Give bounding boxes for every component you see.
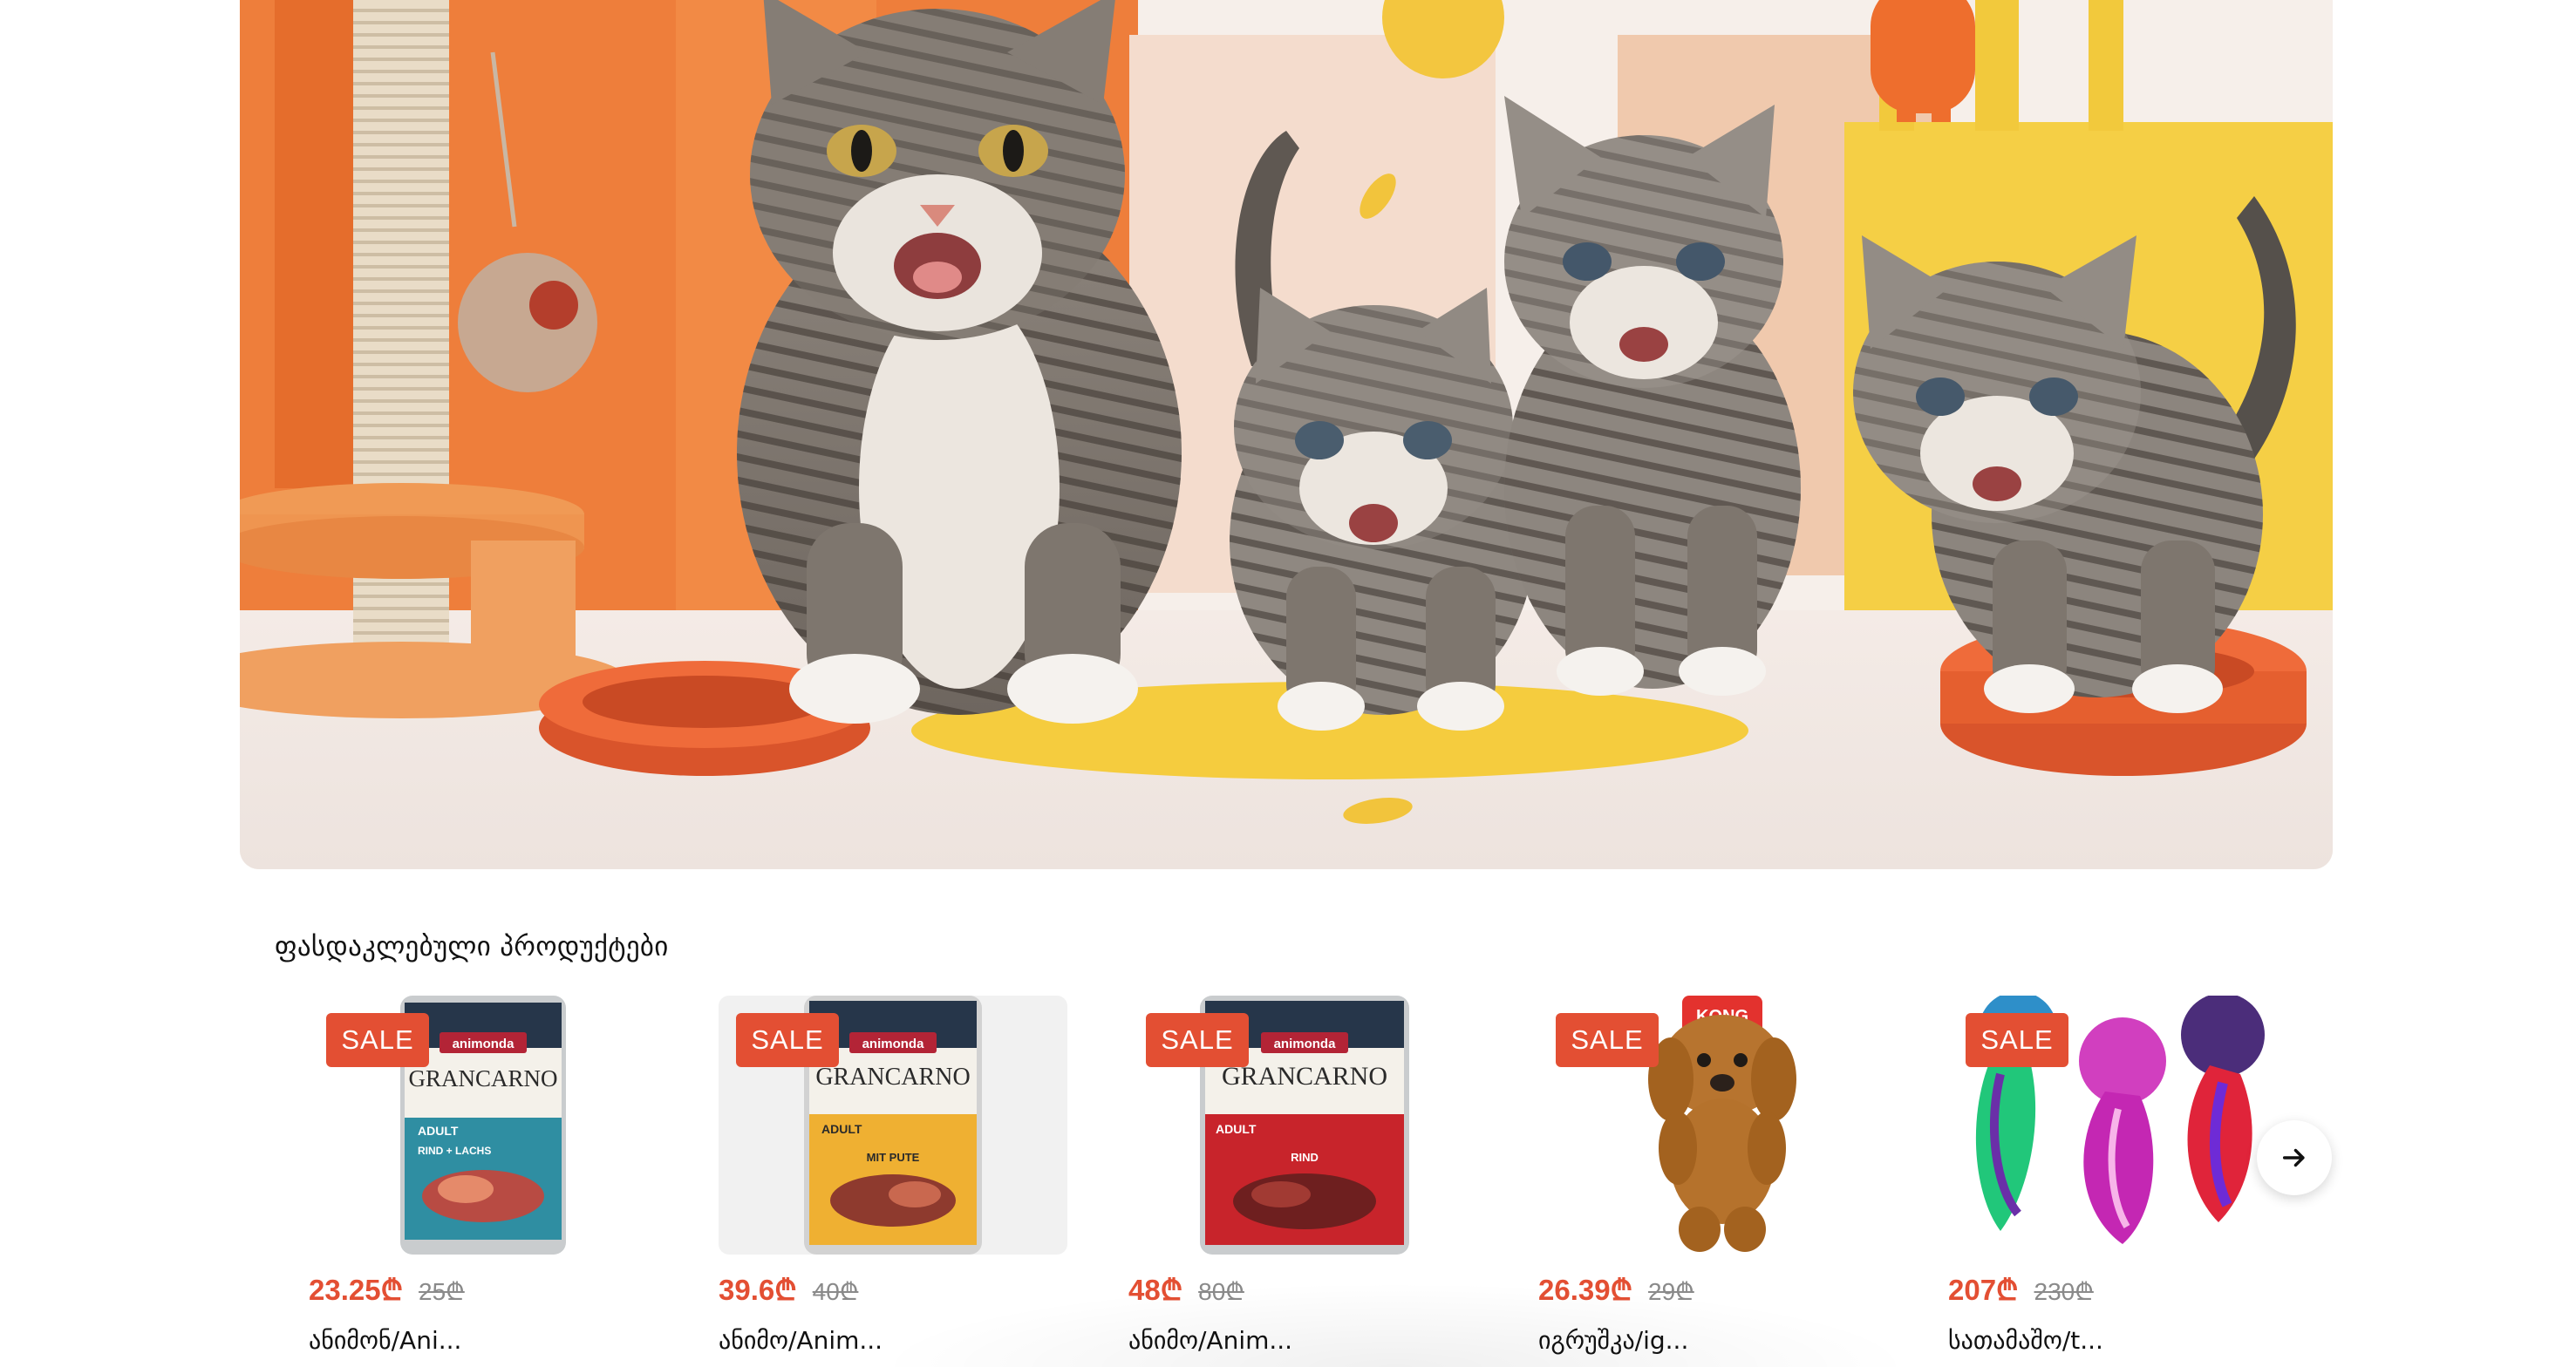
can-flavor-label: MIT PUTE: [867, 1151, 920, 1164]
product-card[interactable]: SALE 207₾ 230₾ სათამაშო/t...: [1948, 996, 2297, 1367]
product-name[interactable]: სათამაშო/t...: [1948, 1323, 2103, 1358]
original-price: 29₾: [1648, 1278, 1694, 1305]
can-adult-label: ADULT: [418, 1124, 459, 1138]
original-price: 80₾: [1198, 1278, 1244, 1305]
price-row: 48₾ 80₾: [1128, 1269, 1244, 1313]
can-adult-label: ADULT: [821, 1122, 862, 1136]
sale-price: 48₾: [1128, 1274, 1183, 1306]
product-name[interactable]: ანიმო/Anim...: [719, 1323, 883, 1358]
sale-price: 23.25₾: [309, 1274, 404, 1306]
sale-badge: SALE: [1146, 1013, 1249, 1067]
can-flavor-label: RIND: [1291, 1151, 1319, 1164]
can-line-label: GRANCARNO: [815, 1064, 970, 1091]
sale-badge: SALE: [326, 1013, 429, 1067]
product-card[interactable]: animonda GRANCARNO ADULT MIT PUTE SALE 3…: [719, 996, 1067, 1367]
kitten-2: [1504, 96, 1801, 696]
page: ფასდაკლებული პროდუქტები animonda GRANCAR…: [0, 0, 2576, 1367]
arrow-right-icon: [2282, 1148, 2305, 1167]
product-name[interactable]: ანიმო/Anim...: [1128, 1323, 1292, 1358]
sale-price: 207₾: [1948, 1274, 2019, 1306]
can-line-label: GRANCARNO: [1222, 1062, 1387, 1091]
original-price: 40₾: [812, 1278, 859, 1305]
price-row: 26.39₾ 29₾: [1538, 1269, 1694, 1313]
can-brand-label: animonda: [1274, 1037, 1336, 1051]
original-price: 230₾: [2034, 1278, 2094, 1305]
product-card[interactable]: animonda GRANCARNO ADULT RIND + LACHS SA…: [309, 996, 658, 1367]
product-card[interactable]: animonda GRANCARNO ADULT RIND SALE 48₾ 8…: [1128, 996, 1477, 1367]
sale-badge: SALE: [1556, 1013, 1659, 1067]
hero-cats-illustration: [240, 0, 2333, 869]
section-title-discounted-products: ფასდაკლებული პროდუქტები: [275, 931, 669, 962]
discounted-products-carousel: animonda GRANCARNO ADULT RIND + LACHS SA…: [309, 996, 2332, 1367]
original-price: 25₾: [419, 1278, 465, 1305]
product-name[interactable]: იგრუშკა/ig...: [1538, 1323, 1688, 1358]
price-row: 207₾ 230₾: [1948, 1269, 2094, 1313]
product-card[interactable]: KONG SALE 26.39₾ 29₾: [1538, 996, 1887, 1367]
can-brand-label: animonda: [453, 1037, 515, 1051]
can-brand-label: animonda: [862, 1037, 924, 1051]
sale-badge: SALE: [736, 1013, 839, 1067]
can-line-label: GRANCARNO: [408, 1065, 557, 1092]
hero-banner[interactable]: [240, 0, 2333, 869]
sale-price: 39.6₾: [719, 1274, 797, 1306]
price-row: 23.25₾ 25₾: [309, 1269, 465, 1313]
can-adult-label: ADULT: [1216, 1122, 1257, 1136]
product-name[interactable]: ანიმონ/Ani...: [309, 1323, 461, 1358]
sale-price: 26.39₾: [1538, 1274, 1633, 1306]
can-flavor-label: RIND + LACHS: [418, 1145, 491, 1157]
sale-badge: SALE: [1966, 1013, 2068, 1067]
carousel-next-button[interactable]: [2257, 1120, 2332, 1195]
price-row: 39.6₾ 40₾: [719, 1269, 858, 1313]
